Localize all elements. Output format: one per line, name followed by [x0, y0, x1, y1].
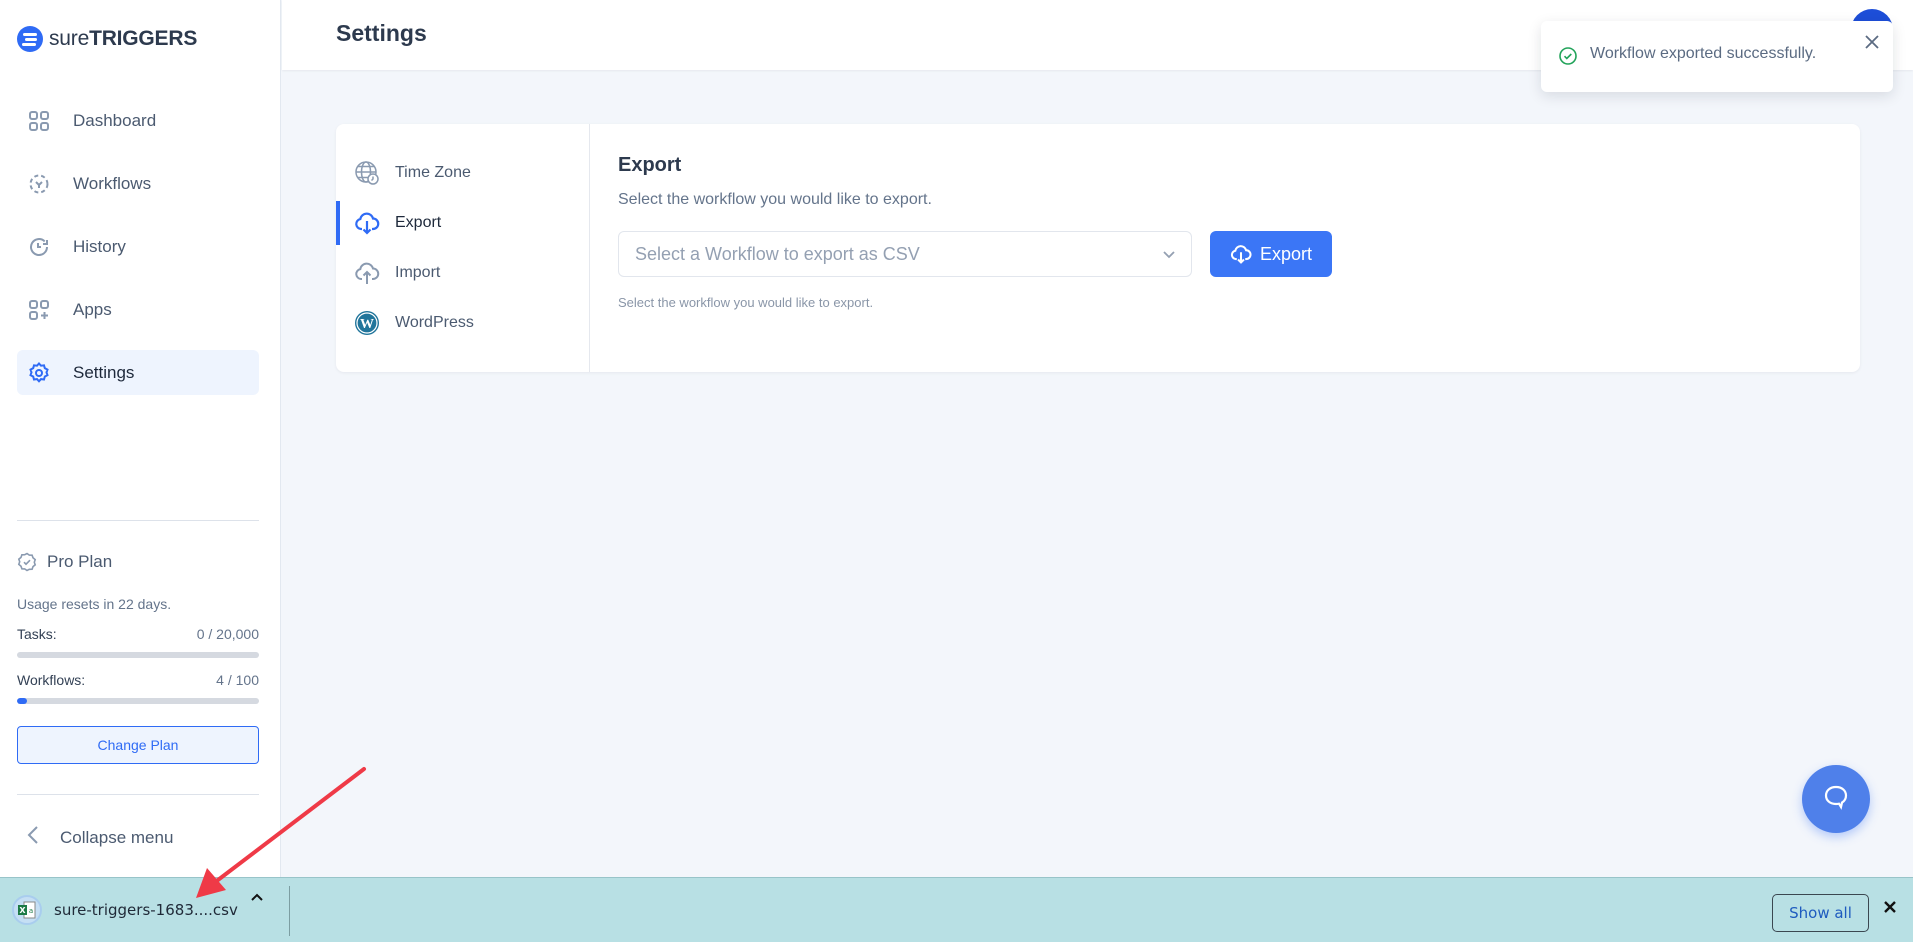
export-button-label: Export: [1259, 243, 1313, 264]
settings-nav-import[interactable]: Import: [336, 248, 589, 298]
sidebar: sureTRIGGERS Dashboard Workflows History…: [0, 0, 281, 877]
gear-icon: [27, 361, 51, 385]
dashboard-icon: [27, 109, 51, 133]
workflows-value: 4 / 100: [216, 672, 259, 688]
export-hint: Select the workflow you would like to ex…: [618, 295, 874, 310]
chevron-down-icon: [1161, 246, 1177, 262]
workflows-progress-fill: [17, 698, 27, 704]
help-chat-button[interactable]: [1802, 765, 1870, 833]
download-file-name: sure-triggers-1683....csv: [54, 901, 238, 919]
settings-nav-label: WordPress: [395, 314, 474, 331]
download-bar-divider: [289, 886, 290, 936]
brand-name: sureTRIGGERS: [49, 27, 197, 51]
change-plan-button[interactable]: Change Plan: [17, 726, 259, 764]
collapse-menu-label: Collapse menu: [60, 828, 174, 847]
download-item[interactable]: aX sure-triggers-1683....csv: [12, 890, 277, 930]
settings-nav-export[interactable]: Export: [336, 198, 589, 248]
workflows-icon: [27, 172, 51, 196]
settings-nav-label: Import: [395, 264, 441, 281]
settings-card: Time Zone Export Import W WordPress Expo…: [336, 124, 1860, 372]
sidebar-nav: Dashboard Workflows History Apps Setting…: [17, 98, 259, 413]
workflows-usage-row: Workflows: 4 / 100: [17, 672, 259, 688]
export-button[interactable]: Export: [1210, 231, 1332, 277]
settings-nav: Time Zone Export Import W WordPress: [336, 124, 590, 372]
sidebar-item-label: Apps: [73, 299, 112, 319]
svg-text:a: a: [29, 907, 33, 915]
page-title: Settings: [336, 20, 427, 46]
brand-name-light: sure: [49, 27, 90, 50]
excel-file-icon: aX: [12, 895, 42, 925]
show-all-button[interactable]: Show all: [1772, 894, 1869, 932]
success-toast: Workflow exported successfully.: [1541, 21, 1893, 92]
close-icon[interactable]: [1882, 898, 1898, 921]
sidebar-item-history[interactable]: History: [17, 224, 259, 269]
export-description: Select the workflow you would like to ex…: [618, 191, 932, 208]
badge-check-icon: [17, 552, 37, 572]
tasks-progress-bar: [17, 652, 259, 658]
cloud-download-icon: [1230, 243, 1252, 265]
workflows-label: Workflows:: [17, 672, 86, 688]
settings-nav-wordpress[interactable]: W WordPress: [336, 298, 589, 348]
logo[interactable]: sureTRIGGERS: [17, 26, 197, 52]
sidebar-divider: [17, 520, 259, 521]
plan-name: Pro Plan: [47, 552, 113, 571]
workflow-select-placeholder: Select a Workflow to export as CSV: [635, 243, 920, 264]
cloud-download-icon: [354, 210, 380, 236]
sidebar-item-dashboard[interactable]: Dashboard: [17, 98, 259, 143]
collapse-menu-button[interactable]: Collapse menu: [26, 825, 173, 851]
suretriggers-logo-icon: [17, 26, 43, 52]
globe-clock-icon: [354, 160, 380, 186]
chevron-up-icon[interactable]: [250, 890, 264, 909]
brand-name-bold: TRIGGERS: [89, 27, 198, 50]
chat-bubble-icon: [1821, 782, 1851, 817]
download-bar: aX sure-triggers-1683....csv Show all: [0, 877, 1913, 942]
settings-nav-time-zone[interactable]: Time Zone: [336, 148, 589, 198]
sidebar-divider: [17, 794, 259, 795]
export-title: Export: [618, 154, 682, 176]
sidebar-item-apps[interactable]: Apps: [17, 287, 259, 332]
toast-message: Workflow exported successfully.: [1590, 45, 1817, 62]
sidebar-item-label: Workflows: [73, 173, 152, 193]
apps-icon: [27, 298, 51, 322]
export-controls: Select a Workflow to export as CSV Expor…: [618, 231, 1332, 277]
close-icon[interactable]: [1861, 33, 1883, 55]
tasks-usage-row: Tasks: 0 / 20,000: [17, 626, 259, 642]
workflows-progress-bar: [17, 698, 259, 704]
chevron-left-icon: [26, 825, 42, 851]
tasks-value: 0 / 20,000: [196, 626, 259, 642]
sidebar-item-label: Settings: [73, 362, 135, 382]
settings-nav-label: Time Zone: [395, 164, 471, 181]
tasks-label: Tasks:: [17, 626, 57, 642]
check-circle-icon: [1558, 46, 1578, 66]
wordpress-icon: W: [354, 310, 380, 336]
usage-reset-text: Usage resets in 22 days.: [17, 596, 172, 612]
sidebar-item-workflows[interactable]: Workflows: [17, 161, 259, 206]
cloud-upload-icon: [354, 260, 380, 286]
plan-title: Pro Plan: [17, 552, 259, 572]
sidebar-item-label: Dashboard: [73, 110, 157, 130]
svg-text:X: X: [19, 906, 26, 915]
sidebar-item-label: History: [73, 236, 126, 256]
sidebar-item-settings[interactable]: Settings: [17, 350, 259, 395]
svg-text:W: W: [360, 317, 374, 332]
workflow-select[interactable]: Select a Workflow to export as CSV: [618, 231, 1192, 277]
history-icon: [27, 235, 51, 259]
export-panel: Export Select the workflow you would lik…: [618, 154, 1332, 310]
plan-usage: Pro Plan Usage resets in 22 days. Tasks:…: [17, 552, 259, 764]
settings-nav-label: Export: [395, 214, 442, 231]
